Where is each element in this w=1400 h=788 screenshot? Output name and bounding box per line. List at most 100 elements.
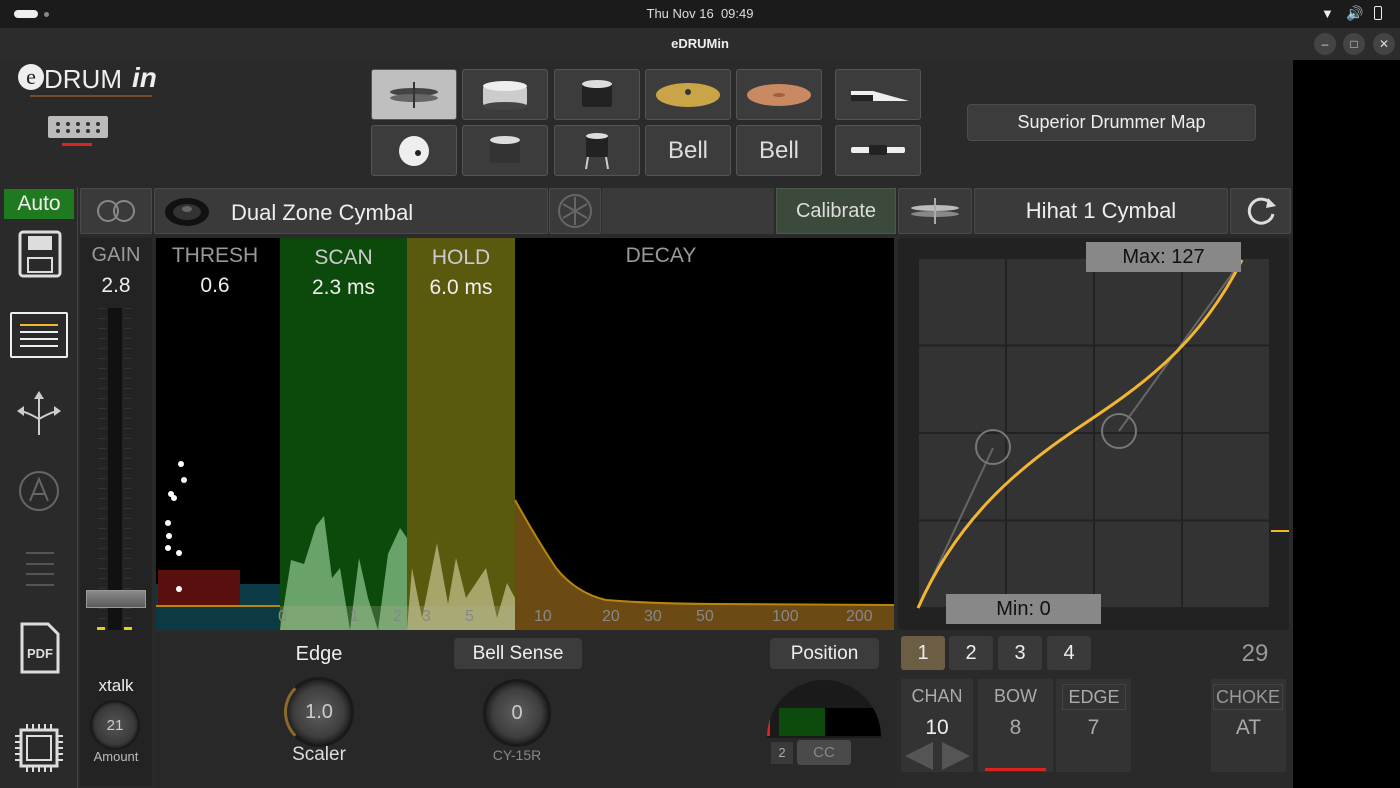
connector-status-bar	[62, 143, 92, 146]
window-title: eDRUMin	[671, 36, 729, 51]
hihat-icon	[911, 198, 959, 224]
velocity-readout: 29	[1241, 640, 1269, 667]
kick-drum-icon	[399, 135, 429, 166]
device-settings-button[interactable]	[11, 720, 67, 776]
yamaha-button[interactable]	[549, 188, 601, 234]
routing-button[interactable]	[11, 385, 67, 441]
chan-decrement-button[interactable]	[905, 742, 933, 770]
minimize-button[interactable]: –	[1314, 33, 1336, 55]
bell-sense-knob[interactable]: 0	[483, 679, 551, 747]
gain-value: 2.8	[101, 274, 131, 297]
gain-label: GAIN	[91, 244, 141, 266]
waveform-panel: THRESH 0.6 SCAN 2.3 ms HOLD 6.0 ms DECAY…	[156, 238, 894, 630]
time-axis-tick: 100	[772, 608, 799, 625]
floppy-save-icon	[18, 230, 62, 278]
system-top-bar: Thu Nov 16 09:49 ▼ 🔊	[0, 0, 1400, 28]
time-axis-tick: 20	[602, 608, 620, 625]
gain-marker-left	[97, 627, 105, 630]
decay-label: DECAY	[625, 244, 697, 267]
thresh-value: 0.6	[200, 274, 230, 297]
pad-hihat-pedal-button[interactable]	[835, 69, 921, 120]
aux-bar-icon	[851, 144, 905, 155]
calibrate-button[interactable]: Calibrate	[776, 188, 896, 234]
ride-cymbal-icon	[656, 82, 720, 107]
thresh-label: THRESH	[171, 244, 259, 267]
velocity-curve-panel[interactable]: Max: 127 Min: 0	[898, 238, 1289, 630]
volume-icon[interactable]: 🔊	[1346, 5, 1363, 22]
xtalk-label: xtalk	[98, 676, 134, 695]
pad-kick-button[interactable]	[371, 125, 457, 176]
bow-value: 8	[1009, 716, 1022, 739]
instrument-label: Hihat 1 Cymbal	[1025, 198, 1177, 223]
close-button[interactable]: ✕	[1373, 33, 1395, 55]
pad-snare-button[interactable]	[462, 69, 548, 120]
gain-slider-track[interactable]	[108, 308, 122, 630]
wifi-icon[interactable]: ▼	[1321, 6, 1334, 21]
time-axis-tick: 30	[644, 608, 662, 625]
time-axis-tick: 5	[465, 608, 474, 625]
pad-bell1-button[interactable]: Bell	[645, 125, 731, 176]
hihat-icon	[390, 81, 438, 108]
maximize-button[interactable]: □	[1343, 33, 1365, 55]
gain-slider-handle[interactable]	[86, 590, 146, 608]
bell-sense-button[interactable]: Bell Sense	[454, 638, 582, 669]
xtalk-knob[interactable]: 21	[90, 700, 140, 750]
chan-value: 10	[925, 716, 949, 739]
hold-label: HOLD	[431, 246, 491, 269]
pad-crash-button[interactable]	[736, 69, 822, 120]
channel-tab-4[interactable]: 4	[1047, 636, 1091, 670]
time-axis-tick: 10	[534, 608, 552, 625]
position-button[interactable]: Position	[770, 638, 879, 669]
position-meter-dark	[825, 708, 881, 736]
window-title-bar: eDRUMin – □ ✕	[0, 28, 1400, 60]
choke-value: AT	[1235, 716, 1262, 739]
battery-icon[interactable]	[1374, 6, 1382, 20]
edge-scaler-knob[interactable]: 1.0	[284, 677, 354, 747]
position-cc-button[interactable]: CC	[797, 740, 851, 765]
stereo-link-button[interactable]	[80, 188, 152, 234]
refresh-icon	[1247, 197, 1276, 225]
reset-button[interactable]	[1230, 188, 1291, 234]
tom-icon	[490, 135, 520, 163]
gain-scale-right	[124, 308, 132, 630]
curve-max-label: Max: 127	[1086, 242, 1241, 272]
channel-tab-1[interactable]: 1	[901, 636, 945, 670]
position-cc-number[interactable]: 2	[771, 742, 793, 764]
pad-tom2-button[interactable]	[462, 125, 548, 176]
pad-hihat-button[interactable]	[371, 69, 457, 120]
bow-label: BOW	[994, 686, 1037, 706]
edge-note-value: 7	[1087, 716, 1100, 739]
time-axis-tick: 0	[278, 608, 287, 625]
chan-increment-button[interactable]	[942, 742, 970, 770]
instrument-selector[interactable]: Hihat 1 Cymbal	[974, 188, 1228, 234]
scan-label: SCAN	[314, 246, 373, 269]
bell-sub-label: CY-15R	[492, 747, 542, 763]
velocity-curve	[916, 259, 1244, 609]
levels-button[interactable]	[26, 552, 54, 586]
instrument-icon-button[interactable]	[898, 188, 972, 234]
pad-aux-button[interactable]	[835, 125, 921, 176]
circle-a-icon	[19, 471, 59, 511]
clock[interactable]: Thu Nov 16 09:49	[0, 6, 1400, 21]
curve-min-label: Min: 0	[946, 594, 1101, 624]
clock-date: Thu Nov 16	[646, 6, 714, 21]
auto-toggle[interactable]: Auto	[4, 189, 74, 219]
edge-note-label: EDGE	[1062, 684, 1126, 710]
split-arrows-icon	[17, 391, 61, 435]
scan-value: 2.3 ms	[311, 276, 376, 299]
pad-ride-button[interactable]	[645, 69, 731, 120]
pdf-manual-button[interactable]: PDF	[12, 620, 68, 676]
channel-tab-3[interactable]: 3	[998, 636, 1042, 670]
pad-floor-tom-button[interactable]	[554, 125, 640, 176]
position-meter-marker	[767, 708, 770, 736]
header-spacer	[602, 188, 774, 234]
pad-bell2-button[interactable]: Bell	[736, 125, 822, 176]
list-view-button[interactable]	[10, 312, 68, 358]
zone-type-selector[interactable]: Dual Zone Cymbal	[154, 188, 548, 234]
automap-button[interactable]	[11, 463, 67, 519]
save-button[interactable]	[12, 226, 68, 282]
pad-tom1-button[interactable]	[554, 69, 640, 120]
superior-drummer-map-button[interactable]: Superior Drummer Map	[967, 104, 1256, 141]
gain-scale-left	[98, 308, 106, 630]
channel-tab-2[interactable]: 2	[949, 636, 993, 670]
